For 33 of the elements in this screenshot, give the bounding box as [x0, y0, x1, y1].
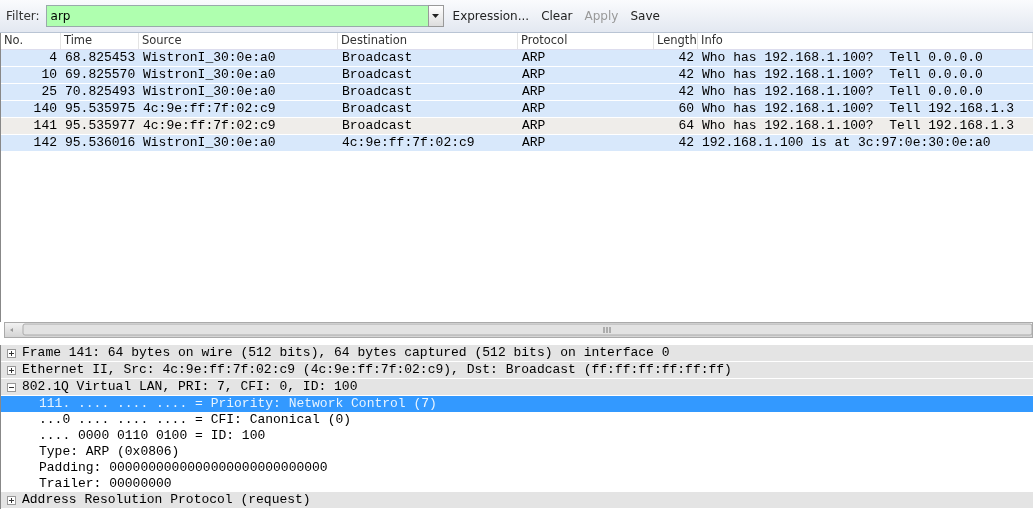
filter-label: Filter:	[6, 9, 40, 23]
caret-icon	[432, 14, 440, 18]
packet-row[interactable]: 10 69.825570 WistronI_30:0e:a0 Broadcast ARP 42 Who has 192.168.1.100? Tell 0.0.0.0	[1, 67, 1033, 84]
horizontal-scrollbar[interactable]	[4, 322, 1033, 338]
column-header[interactable]: Info	[698, 33, 1033, 49]
column-header[interactable]: Destination	[338, 33, 518, 49]
packet-row[interactable]: 25 70.825493 WistronI_30:0e:a0 Broadcast ARP 42 Who has 192.168.1.100? Tell 0.0.0.0	[1, 84, 1033, 101]
filter-field[interactable]: arp	[45, 5, 428, 27]
tree-item[interactable]: Address Resolution Protocol (request)	[1, 492, 1033, 509]
packet-row[interactable]: 140 95.535975 4c:9e:ff:7f:02:c9 Broadcast ARP 60 Who has 192.168.1.100? Tell 192.168.1.3	[1, 101, 1033, 118]
packet-row[interactable]: 142 95.536016 WistronI_30:0e:a0 4c:9e:ff:7f:02:c9 ARP 42 192.168.1.100 is at 3c:97:0e:30:0e:a0	[1, 135, 1033, 152]
tree-item[interactable]: ...0 .... .... .... = CFI: Canonical (0)	[1, 412, 1033, 428]
tree-item[interactable]: Frame 141: 64 bytes on wire (512 bits), 64 bytes captured (512 bits) on interface 0	[1, 345, 1033, 362]
expand-icon[interactable]	[7, 365, 16, 375]
column-header[interactable]: Length	[654, 33, 698, 49]
tree-item[interactable]: Type: ARP (0x0806)	[1, 444, 1033, 460]
tree-item[interactable]: .... 0000 0110 0100 = ID: 100	[1, 428, 1033, 444]
column-header[interactable]: Protocol	[518, 33, 654, 49]
collapse-icon[interactable]	[7, 382, 16, 392]
toolbar-button[interactable]: Clear	[538, 7, 576, 25]
tree-item[interactable]: Ethernet II, Src: 4c:9e:ff:7f:02:c9 (4c:9e:ff:7f:02:c9), Dst: Broadcast (ff:ff:ff:ff:ff:ff)	[1, 362, 1033, 379]
column-header[interactable]: Source	[139, 33, 338, 49]
packet-row[interactable]: 141 95.535977 4c:9e:ff:7f:02:c9 Broadcast ARP 64 Who has 192.168.1.100? Tell 192.168.1.3	[1, 118, 1033, 135]
column-header[interactable]: No.	[1, 33, 61, 49]
tree-item[interactable]: Padding: 0000000000000000000000000000	[1, 460, 1033, 476]
column-header[interactable]: Time	[61, 33, 139, 49]
tree-item[interactable]: Trailer: 00000000	[1, 476, 1033, 492]
toolbar-button[interactable]: Save	[627, 7, 663, 25]
toolbar-button[interactable]: Expression...	[449, 7, 533, 25]
tree-item[interactable]: 802.1Q Virtual LAN, PRI: 7, CFI: 0, ID: 100	[1, 379, 1033, 396]
packet-row[interactable]: 4 68.825453 WistronI_30:0e:a0 Broadcast ARP 42 Who has 192.168.1.100? Tell 0.0.0.0	[1, 50, 1033, 67]
expand-icon[interactable]	[7, 348, 16, 358]
expand-icon[interactable]	[7, 495, 16, 505]
